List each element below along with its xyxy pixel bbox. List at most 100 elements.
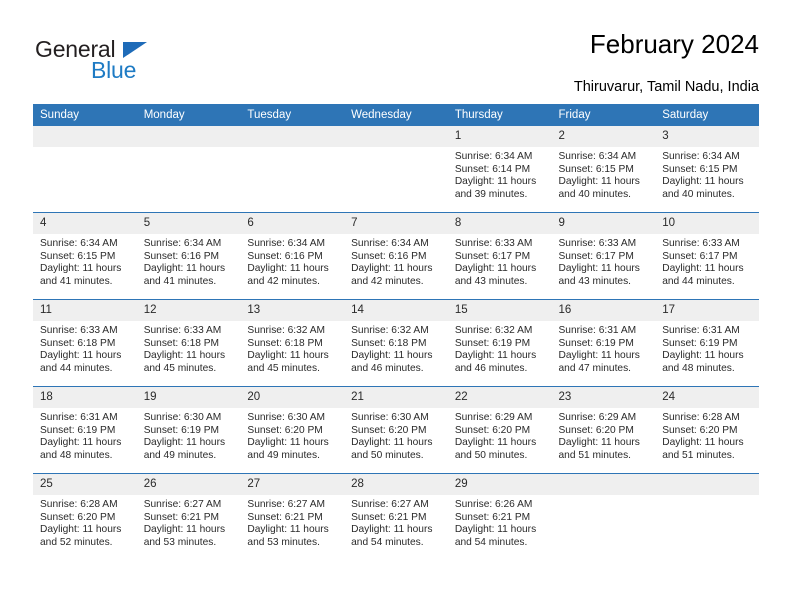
sunrise-time: Sunrise: 6:33 AM xyxy=(454,238,533,249)
calendar-day-cell[interactable]: 26 Sunrise: 6:27 AM Sunset: 6:21 PM Dayligh… xyxy=(136,473,241,560)
calendar-day-cell[interactable]: 9 Sunrise: 6:33 AM Sunset: 6:17 PM Daylight… xyxy=(551,212,656,300)
sunset-time: Sunset: 6:18 PM xyxy=(143,337,220,349)
calendar-day-cell-empty xyxy=(344,126,448,213)
sunrise-time: Sunrise: 6:34 AM xyxy=(143,238,222,249)
daylight-duration-line1: Daylight: 11 hours xyxy=(558,350,640,362)
weekday-header-friday: Friday xyxy=(551,104,656,126)
calendar-day-cell[interactable]: 12 Sunrise: 6:33 AM Sunset: 6:18 PM Dayligh… xyxy=(136,299,241,387)
calendar-day-cell[interactable]: 28 Sunrise: 6:27 AM Sunset: 6:21 PM Dayligh… xyxy=(344,473,448,560)
daylight-duration-line2: and 45 minutes. xyxy=(143,362,217,374)
sunrise-time: Sunrise: 6:27 AM xyxy=(247,499,325,510)
day-number: 23 xyxy=(551,387,656,408)
sunset-time: Sunset: 6:15 PM xyxy=(662,163,738,175)
calendar-day-cell[interactable]: 19 Sunrise: 6:30 AM Sunset: 6:19 PM Dayligh… xyxy=(136,386,241,474)
calendar-day-cell[interactable]: 21 Sunrise: 6:30 AM Sunset: 6:20 PM Dayligh… xyxy=(344,386,448,474)
day-number: 21 xyxy=(344,387,448,408)
sunrise-time: Sunrise: 6:33 AM xyxy=(40,325,118,336)
calendar-day-cell[interactable]: 23 Sunrise: 6:29 AM Sunset: 6:20 PM Dayligh… xyxy=(551,386,656,474)
sunrise-time: Sunrise: 6:31 AM xyxy=(662,325,740,336)
daylight-duration-line1: Daylight: 11 hours xyxy=(454,524,537,536)
day-sun-info: Sunrise: 6:34 AM Sunset: 6:15 PM Daylight:… xyxy=(552,147,656,201)
daylight-duration-line2: and 46 minutes. xyxy=(351,362,424,374)
calendar-week-row: 4 Sunrise: 6:34 AM Sunset: 6:15 PM Daylight… xyxy=(33,212,759,300)
triangle-icon xyxy=(123,42,147,58)
day-number: 28 xyxy=(344,474,448,495)
calendar-day-cell[interactable]: 17 Sunrise: 6:31 AM Sunset: 6:19 PM Dayligh… xyxy=(655,299,759,387)
day-number: 6 xyxy=(240,213,345,234)
calendar-day-cell[interactable]: 13 Sunrise: 6:32 AM Sunset: 6:18 PM Dayligh… xyxy=(240,299,345,387)
daylight-duration-line2: and 41 minutes. xyxy=(143,275,217,287)
day-number: 18 xyxy=(33,387,137,408)
day-sun-info: Sunrise: 6:34 AM Sunset: 6:16 PM Daylight:… xyxy=(344,234,448,288)
daylight-duration-line1: Daylight: 11 hours xyxy=(247,350,329,362)
page-title: February 2024 xyxy=(589,29,759,59)
calendar-day-cell[interactable]: 20 Sunrise: 6:30 AM Sunset: 6:20 PM Dayligh… xyxy=(240,386,345,474)
day-number xyxy=(655,474,759,495)
calendar-day-cell[interactable]: 24 Sunrise: 6:28 AM Sunset: 6:20 PM Dayligh… xyxy=(655,386,759,474)
weekday-header-wednesday: Wednesday xyxy=(344,104,448,126)
calendar-day-cell[interactable]: 16 Sunrise: 6:31 AM Sunset: 6:19 PM Dayligh… xyxy=(551,299,656,387)
calendar-day-cell[interactable]: 2 Sunrise: 6:34 AM Sunset: 6:15 PM Daylight… xyxy=(551,126,656,213)
daylight-duration-line1: Daylight: 11 hours xyxy=(558,176,640,188)
general-blue-logo[interactable]: General Blue xyxy=(33,36,253,96)
daylight-duration-line2: and 43 minutes. xyxy=(454,275,528,287)
daylight-duration-line1: Daylight: 11 hours xyxy=(454,263,537,275)
sunset-time: Sunset: 6:21 PM xyxy=(454,511,531,523)
daylight-duration-line1: Daylight: 11 hours xyxy=(351,263,433,275)
calendar-day-cell[interactable]: 7 Sunrise: 6:34 AM Sunset: 6:16 PM Daylight… xyxy=(344,212,448,300)
calendar-day-cell[interactable]: 10 Sunrise: 6:33 AM Sunset: 6:17 PM Dayligh… xyxy=(655,212,759,300)
calendar-day-cell[interactable]: 25 Sunrise: 6:28 AM Sunset: 6:20 PM Dayligh… xyxy=(33,473,137,560)
calendar-day-cell[interactable]: 11 Sunrise: 6:33 AM Sunset: 6:18 PM Dayligh… xyxy=(33,299,137,387)
day-sun-info: Sunrise: 6:30 AM Sunset: 6:20 PM Daylight:… xyxy=(344,408,448,462)
calendar-day-cell[interactable]: 22 Sunrise: 6:29 AM Sunset: 6:20 PM Dayligh… xyxy=(447,386,552,474)
day-sun-info: Sunrise: 6:34 AM Sunset: 6:15 PM Daylight:… xyxy=(33,234,137,288)
weekday-header-tuesday: Tuesday xyxy=(240,104,345,126)
calendar-day-cell[interactable]: 3 Sunrise: 6:34 AM Sunset: 6:15 PM Daylight… xyxy=(655,126,759,213)
calendar-day-cell[interactable]: 18 Sunrise: 6:31 AM Sunset: 6:19 PM Dayligh… xyxy=(33,386,137,474)
calendar-day-cell[interactable]: 14 Sunrise: 6:32 AM Sunset: 6:18 PM Dayligh… xyxy=(344,299,448,387)
sunrise-time: Sunrise: 6:34 AM xyxy=(662,151,740,162)
day-sun-info: Sunrise: 6:27 AM Sunset: 6:21 PM Daylight:… xyxy=(344,495,448,549)
day-number: 19 xyxy=(136,387,241,408)
day-number: 2 xyxy=(551,126,656,147)
sunrise-time: Sunrise: 6:28 AM xyxy=(662,412,740,423)
calendar-day-cell[interactable]: 1 Sunrise: 6:34 AM Sunset: 6:14 PM Daylight… xyxy=(447,126,552,213)
day-sun-info: Sunrise: 6:30 AM Sunset: 6:19 PM Daylight:… xyxy=(137,408,241,462)
calendar-week-row: 18 Sunrise: 6:31 AM Sunset: 6:19 PM Dayligh… xyxy=(33,386,759,474)
calendar-day-cell[interactable]: 4 Sunrise: 6:34 AM Sunset: 6:15 PM Daylight… xyxy=(33,212,137,300)
page-header: General Blue February 2024 Thiruvarur, T… xyxy=(33,28,759,98)
sunrise-time: Sunrise: 6:33 AM xyxy=(143,325,222,336)
calendar-day-cell[interactable]: 5 Sunrise: 6:34 AM Sunset: 6:16 PM Daylight… xyxy=(136,212,241,300)
sunset-time: Sunset: 6:15 PM xyxy=(40,250,116,262)
weekday-header-saturday: Saturday xyxy=(655,104,759,126)
calendar-body: 1 Sunrise: 6:34 AM Sunset: 6:14 PM Daylight… xyxy=(33,126,759,560)
daylight-duration-line2: and 39 minutes. xyxy=(454,188,528,200)
sunset-time: Sunset: 6:19 PM xyxy=(40,424,116,436)
day-sun-info: Sunrise: 6:26 AM Sunset: 6:21 PM Daylight:… xyxy=(448,495,552,549)
sunrise-time: Sunrise: 6:30 AM xyxy=(247,412,325,423)
sunrise-time: Sunrise: 6:33 AM xyxy=(558,238,637,249)
daylight-duration-line2: and 49 minutes. xyxy=(143,449,217,461)
calendar-day-cell[interactable]: 15 Sunrise: 6:32 AM Sunset: 6:19 PM Dayligh… xyxy=(447,299,552,387)
sunrise-time: Sunrise: 6:34 AM xyxy=(351,238,429,249)
calendar-day-cell[interactable]: 8 Sunrise: 6:33 AM Sunset: 6:17 PM Daylight… xyxy=(447,212,552,300)
daylight-duration-line1: Daylight: 11 hours xyxy=(662,437,744,449)
sunset-time: Sunset: 6:16 PM xyxy=(143,250,220,262)
sunset-time: Sunset: 6:17 PM xyxy=(558,250,634,262)
calendar-day-cell[interactable]: 6 Sunrise: 6:34 AM Sunset: 6:16 PM Daylight… xyxy=(240,212,345,300)
daylight-duration-line1: Daylight: 11 hours xyxy=(247,437,329,449)
day-sun-info: Sunrise: 6:33 AM Sunset: 6:17 PM Daylight:… xyxy=(655,234,759,288)
day-number: 11 xyxy=(33,300,137,321)
sunrise-time: Sunrise: 6:29 AM xyxy=(558,412,637,423)
daylight-duration-line2: and 48 minutes. xyxy=(40,449,113,461)
calendar-day-cell[interactable]: 27 Sunrise: 6:27 AM Sunset: 6:21 PM Dayligh… xyxy=(240,473,345,560)
sunrise-time: Sunrise: 6:30 AM xyxy=(143,412,222,423)
day-sun-info: Sunrise: 6:27 AM Sunset: 6:21 PM Daylight:… xyxy=(240,495,344,549)
daylight-duration-line1: Daylight: 11 hours xyxy=(40,524,122,536)
day-sun-info: Sunrise: 6:31 AM Sunset: 6:19 PM Daylight:… xyxy=(552,321,656,375)
day-sun-info: Sunrise: 6:30 AM Sunset: 6:20 PM Daylight:… xyxy=(240,408,344,462)
daylight-duration-line2: and 44 minutes. xyxy=(662,275,735,287)
calendar-day-cell[interactable]: 29 Sunrise: 6:26 AM Sunset: 6:21 PM Dayligh… xyxy=(447,473,552,560)
weekday-header-sunday: Sunday xyxy=(33,104,137,126)
weekday-header-thursday: Thursday xyxy=(447,104,552,126)
